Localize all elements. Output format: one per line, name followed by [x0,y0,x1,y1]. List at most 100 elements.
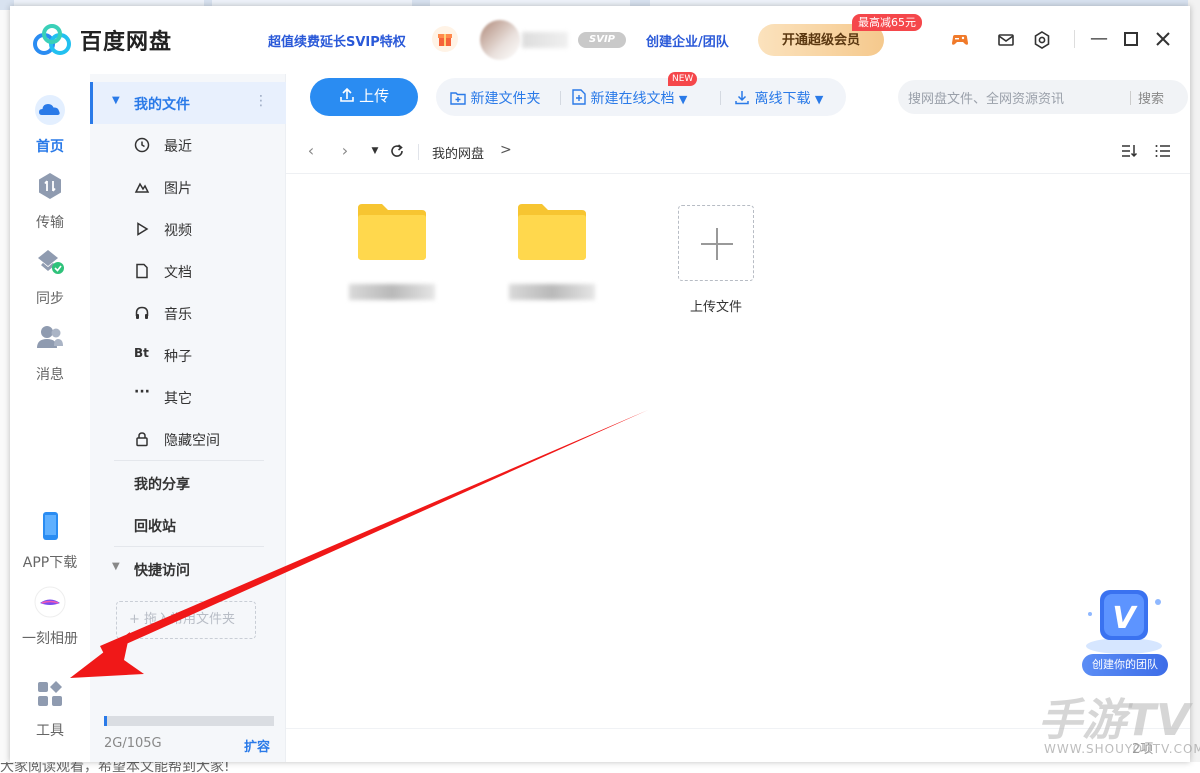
title-bar: 百度网盘 超值续费延长SVIP特权 SVIP 创建企业/团队 开通超级会员 最高… [10,6,1190,74]
offline-download-label: 离线下载 [754,91,811,107]
window-controls-divider [1074,30,1075,48]
collapse-caret-icon[interactable]: ▼ [112,95,120,106]
folder-other[interactable]: ··· 其它 [90,376,286,418]
recycle-bin[interactable]: 回收站 [90,504,286,546]
path-divider [418,144,419,160]
folder-music-label: 音乐 [164,307,192,323]
collapse-caret-icon[interactable]: ▼ [112,561,120,572]
folder-images-label: 图片 [164,181,192,197]
expand-storage-link[interactable]: 扩容 [244,736,270,755]
watermark-main: 手游TV [1038,695,1191,746]
sync-icon [38,250,64,274]
quick-access-drop-zone[interactable]: + 拖入常用文件夹 [116,601,256,639]
folder-music[interactable]: 音乐 [90,292,286,334]
new-folder-button[interactable]: 新建文件夹 [450,88,540,108]
nav-transfer[interactable]: 传输 [10,170,90,232]
search-button[interactable]: 搜索 [1138,88,1164,107]
folder-hidden-space[interactable]: 隐藏空间 [90,418,286,460]
main-content: 上传 新建文件夹 新建在线文档 ▼ 离线下载 ▼ NEW 搜网盘文件、全网资源资… [286,72,1190,762]
forward-arrow-icon[interactable]: › [336,142,354,160]
refresh-icon[interactable] [388,142,406,160]
sort-icon[interactable] [1120,142,1138,160]
nav-tools-label: 工具 [36,723,64,739]
folder-documents-label: 文档 [164,265,192,281]
phone-icon [43,512,58,540]
folder-documents[interactable]: 文档 [90,250,286,292]
path-navigation-bar: ‹ › ▼ 我的网盘 > [286,130,1190,174]
breadcrumb-root[interactable]: 我的网盘 [432,143,484,162]
history-dropdown-icon[interactable]: ▼ [366,142,384,160]
upload-file-tile-label: 上传文件 [689,300,742,315]
download-icon [735,91,749,105]
new-badge: NEW [668,72,698,86]
video-play-icon [137,222,149,236]
settings-icon[interactable] [1032,30,1052,50]
chevron-down-icon: ▼ [678,93,688,106]
folder-other-label: 其它 [164,391,192,407]
folder-videos[interactable]: 视频 [90,208,286,250]
upload-file-tile[interactable] [678,205,754,281]
clock-icon [134,137,150,153]
more-dots-icon: ··· [134,384,150,400]
lock-icon [136,432,148,447]
nav-home[interactable]: 首页 [10,94,90,156]
nav-tools[interactable]: 工具 [10,678,90,740]
background-page-text: 大家阅读观看，希望本文能帮到大家! [0,762,1200,773]
tools-grid-icon [38,681,62,706]
svip-promo-link[interactable]: 超值续费延长SVIP特权 [268,31,406,50]
folder-my-files[interactable]: ▼ 我的文件 ⋮ [90,82,286,124]
gift-icon[interactable] [432,26,458,52]
new-folder-icon [450,92,466,105]
folder-my-files-label: 我的文件 [134,97,190,113]
toolbar-group: 新建文件夹 新建在线文档 ▼ 离线下载 ▼ [436,78,846,116]
nav-app-download[interactable]: APP下载 [10,510,90,572]
new-folder-label: 新建文件夹 [470,91,541,107]
username-blurred[interactable] [522,32,568,48]
quick-access[interactable]: ▼ 快捷访问 [90,548,286,590]
baidu-netdisk-window: 百度网盘 超值续费延长SVIP特权 SVIP 创建企业/团队 开通超级会员 最高… [10,6,1190,762]
more-vertical-icon[interactable]: ⋮ [254,93,268,109]
album-icon [34,586,66,618]
vip-discount-tag: 最高减65元 [852,14,922,31]
search-divider [1130,91,1131,105]
my-share-label: 我的分享 [134,477,190,493]
nav-home-label: 首页 [36,139,64,155]
my-share[interactable]: 我的分享 [90,462,286,504]
recycle-bin-label: 回收站 [134,519,176,535]
nav-app-download-label: APP下载 [22,555,78,571]
nav-album-label: 一刻相册 [22,631,78,647]
watermark-sub: WWW.SHOUYOUTV.COM [1044,742,1200,756]
back-arrow-icon[interactable]: ‹ [302,142,320,160]
create-team-widget[interactable]: V 创建你的团队 [1076,584,1172,678]
create-enterprise-link[interactable]: 创建企业/团队 [646,31,729,50]
nav-album[interactable]: 一刻相册 [10,586,90,648]
folder-hidden-space-label: 隐藏空间 [164,433,220,449]
folder-images[interactable]: 图片 [90,166,286,208]
watermark: 手游TV WWW.SHOUYOUTV.COM [1030,684,1200,764]
list-view-icon[interactable] [1154,142,1172,160]
upload-button[interactable]: 上传 [310,78,418,116]
mail-icon[interactable] [996,30,1016,50]
maximize-button[interactable] [1118,26,1144,52]
folder-item[interactable] [342,202,442,300]
message-icon [37,326,63,348]
team-v-icon: V [1086,590,1162,654]
plus-icon [701,228,733,260]
background-text: 大家阅读观看，希望本文能帮到大家! [0,762,230,773]
storage-quota-text: 2G/105G [104,736,162,751]
nav-sync[interactable]: 同步 [10,246,90,308]
folder-torrents[interactable]: Bt 种子 [90,334,286,376]
nav-messages[interactable]: 消息 [10,322,90,384]
folder-item[interactable] [502,202,602,300]
storage-quota-bar [104,716,274,726]
new-online-doc-button[interactable]: 新建在线文档 ▼ [572,88,687,108]
close-button[interactable] [1150,26,1176,52]
minimize-button[interactable]: — [1086,26,1112,52]
offline-download-button[interactable]: 离线下载 ▼ [734,88,823,108]
folder-recent[interactable]: 最近 [90,124,286,166]
avatar[interactable] [480,20,520,60]
toolbar-divider [720,91,721,105]
folder-icon [358,204,426,260]
svip-badge: SVIP [578,32,626,48]
game-controller-icon[interactable] [950,30,970,50]
